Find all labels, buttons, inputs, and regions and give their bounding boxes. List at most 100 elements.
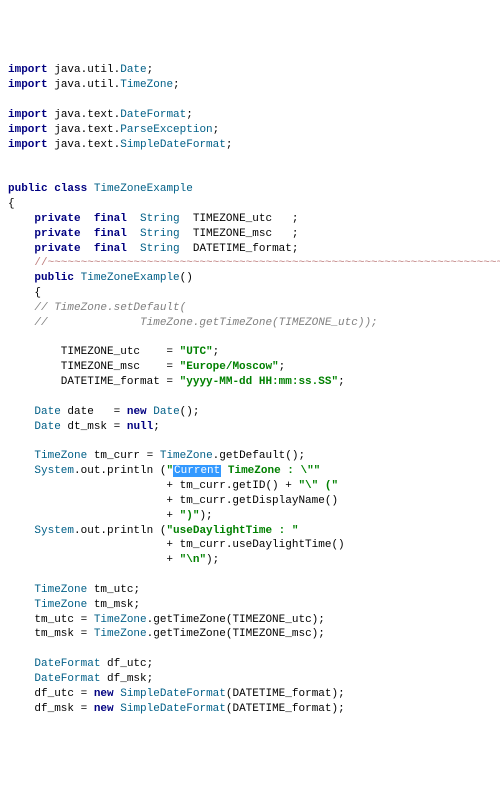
semicolon: ; [338, 376, 345, 388]
type-simpledateformat: SimpleDateFormat [120, 688, 226, 700]
call: .getTimeZone(TIMEZONE_msc); [147, 628, 325, 640]
close: ); [206, 554, 219, 566]
type-timezone: TimeZone [34, 450, 87, 462]
call: (); [180, 406, 200, 418]
keyword-new: new [94, 688, 114, 700]
eq: = [107, 421, 127, 433]
var-name: tm_msk [94, 599, 134, 611]
semicolon: ; [147, 673, 154, 685]
type-system: System [34, 465, 74, 477]
assign-line: tm_utc = [8, 614, 94, 626]
semicolon: ; [213, 124, 220, 136]
semicolon: ; [173, 79, 180, 91]
string-literal: "\n" [180, 554, 206, 566]
call: .getTimeZone(TIMEZONE_utc); [147, 614, 325, 626]
var-name: tm_curr [94, 450, 140, 462]
type-dateformat: DateFormat [34, 658, 100, 670]
concat-line: + tm_curr.getID() + [8, 480, 298, 492]
semicolon: ; [213, 346, 220, 358]
semicolon: ; [279, 361, 286, 373]
var-name: df_utc [107, 658, 147, 670]
type-timezone: TimeZone [120, 79, 173, 91]
pkg-path: java.text. [54, 109, 120, 121]
close: ); [199, 510, 212, 522]
keyword-final: final [94, 243, 127, 255]
type-timezone: TimeZone [34, 584, 87, 596]
string-literal: "Europe/Moscow" [180, 361, 279, 373]
type-timezone: TimeZone [34, 599, 87, 611]
constructor-name: TimeZoneExample [81, 272, 180, 284]
keyword-import: import [8, 139, 48, 151]
keyword-import: import [8, 109, 48, 121]
type-timezone: TimeZone [94, 628, 147, 640]
assign-line: TIMEZONE_msc = [8, 361, 180, 373]
type-timezone: TimeZone [94, 614, 147, 626]
field: DATETIME_format [193, 243, 292, 255]
semicolon: ; [133, 584, 140, 596]
method-call: .out.println ( [74, 465, 166, 477]
type-dateformat: DateFormat [34, 673, 100, 685]
type-date: Date [120, 64, 146, 76]
method-call: .out.println ( [74, 525, 166, 537]
semicolon: ; [133, 599, 140, 611]
semicolon: ; [186, 109, 193, 121]
keyword-public: public [34, 272, 74, 284]
type-simpledateformat: SimpleDateFormat [120, 139, 226, 151]
lbrace: { [8, 198, 15, 210]
string-literal: "UTC" [180, 346, 213, 358]
var-name: tm_utc [94, 584, 134, 596]
keyword-public: public [8, 183, 48, 195]
semicolon: ; [226, 139, 233, 151]
keyword-import: import [8, 64, 48, 76]
code-block: import java.util.Date; import java.util.… [8, 63, 500, 716]
type-system: System [34, 525, 74, 537]
string-literal: TimeZone : \"" [221, 465, 320, 477]
call: (DATETIME_format); [226, 703, 345, 715]
pkg-path: java.text. [54, 124, 120, 136]
call: (DATETIME_format); [226, 688, 345, 700]
keyword-import: import [8, 79, 48, 91]
keyword-private: private [34, 213, 80, 225]
semicolon: ; [153, 421, 160, 433]
type-simpledateformat: SimpleDateFormat [120, 703, 226, 715]
keyword-import: import [8, 124, 48, 136]
type-dateformat: DateFormat [120, 109, 186, 121]
type-string: String [140, 243, 180, 255]
semicolon: ; [147, 64, 154, 76]
assign-line: TIMEZONE_utc = [8, 346, 180, 358]
type-string: String [140, 228, 180, 240]
separator-line: //~~~~~~~~~~~~~~~~~~~~~~~~~~~~~~~~~~~~~~… [34, 257, 500, 269]
concat-line: + tm_curr.getDisplayName() [8, 495, 338, 507]
keyword-private: private [34, 228, 80, 240]
semicolon: ; [292, 213, 299, 225]
keyword-final: final [94, 228, 127, 240]
concat-line: + [8, 510, 180, 522]
type-date: Date [34, 406, 60, 418]
comment-line: // TimeZone.setDefault( [34, 302, 186, 314]
keyword-private: private [34, 243, 80, 255]
keyword-new: new [94, 703, 114, 715]
keyword-final: final [94, 213, 127, 225]
comment-line: // TimeZone.getTimeZone(TIMEZONE_utc)); [34, 317, 377, 329]
string-literal: "\" (" [298, 480, 338, 492]
assign-line: df_utc = [8, 688, 94, 700]
assign-line: tm_msk = [8, 628, 94, 640]
pkg-path: java.util. [54, 79, 120, 91]
pkg-path: java.util. [54, 64, 120, 76]
semicolon: ; [147, 658, 154, 670]
paren-empty: () [180, 272, 193, 284]
semicolon: ; [292, 243, 299, 255]
var-name: dt_msk [67, 421, 107, 433]
assign-line: DATETIME_format = [8, 376, 180, 388]
eq: = [94, 406, 127, 418]
type-string: String [140, 213, 180, 225]
class-name: TimeZoneExample [94, 183, 193, 195]
selected-text: Current [173, 465, 221, 477]
type-date: Date [34, 421, 60, 433]
lbrace: { [34, 287, 41, 299]
keyword-new: new [127, 406, 147, 418]
string-literal: "useDaylightTime : " [166, 525, 298, 537]
type-parseexception: ParseException [120, 124, 212, 136]
keyword-class: class [54, 183, 87, 195]
field: TIMEZONE_msc [193, 228, 272, 240]
